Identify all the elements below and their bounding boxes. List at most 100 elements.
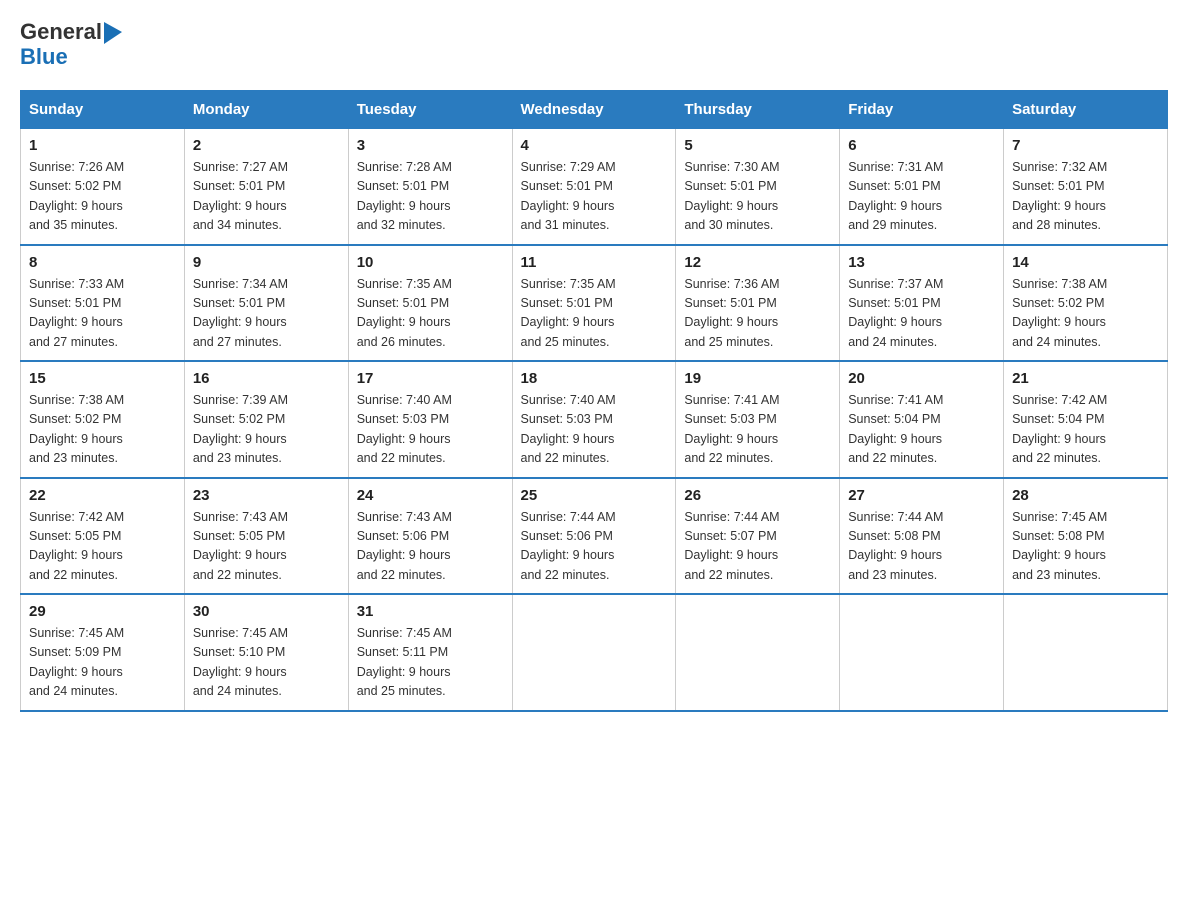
calendar-cell: 1 Sunrise: 7:26 AMSunset: 5:02 PMDayligh… <box>21 129 185 245</box>
day-number: 17 <box>357 370 504 387</box>
calendar-cell: 24 Sunrise: 7:43 AMSunset: 5:06 PMDaylig… <box>348 478 512 595</box>
day-info: Sunrise: 7:42 AMSunset: 5:05 PMDaylight:… <box>29 508 176 586</box>
logo-text-blue: Blue <box>20 44 68 70</box>
calendar-cell: 6 Sunrise: 7:31 AMSunset: 5:01 PMDayligh… <box>840 129 1004 245</box>
page-header: General Blue <box>20 20 1168 70</box>
day-info: Sunrise: 7:31 AMSunset: 5:01 PMDaylight:… <box>848 158 995 236</box>
calendar-cell: 26 Sunrise: 7:44 AMSunset: 5:07 PMDaylig… <box>676 478 840 595</box>
day-info: Sunrise: 7:40 AMSunset: 5:03 PMDaylight:… <box>357 391 504 469</box>
calendar-cell: 5 Sunrise: 7:30 AMSunset: 5:01 PMDayligh… <box>676 129 840 245</box>
day-info: Sunrise: 7:42 AMSunset: 5:04 PMDaylight:… <box>1012 391 1159 469</box>
day-number: 7 <box>1012 137 1159 154</box>
day-info: Sunrise: 7:45 AMSunset: 5:11 PMDaylight:… <box>357 624 504 702</box>
calendar-cell <box>676 594 840 711</box>
calendar-cell: 13 Sunrise: 7:37 AMSunset: 5:01 PMDaylig… <box>840 245 1004 362</box>
day-number: 8 <box>29 254 176 271</box>
weekday-header-sunday: Sunday <box>21 91 185 129</box>
day-info: Sunrise: 7:45 AMSunset: 5:10 PMDaylight:… <box>193 624 340 702</box>
day-info: Sunrise: 7:36 AMSunset: 5:01 PMDaylight:… <box>684 275 831 353</box>
day-number: 5 <box>684 137 831 154</box>
day-number: 14 <box>1012 254 1159 271</box>
day-number: 18 <box>521 370 668 387</box>
day-info: Sunrise: 7:44 AMSunset: 5:07 PMDaylight:… <box>684 508 831 586</box>
day-info: Sunrise: 7:43 AMSunset: 5:05 PMDaylight:… <box>193 508 340 586</box>
day-info: Sunrise: 7:27 AMSunset: 5:01 PMDaylight:… <box>193 158 340 236</box>
calendar-cell <box>840 594 1004 711</box>
day-info: Sunrise: 7:32 AMSunset: 5:01 PMDaylight:… <box>1012 158 1159 236</box>
calendar-cell: 31 Sunrise: 7:45 AMSunset: 5:11 PMDaylig… <box>348 594 512 711</box>
day-number: 25 <box>521 487 668 504</box>
calendar-cell: 15 Sunrise: 7:38 AMSunset: 5:02 PMDaylig… <box>21 361 185 478</box>
day-info: Sunrise: 7:35 AMSunset: 5:01 PMDaylight:… <box>357 275 504 353</box>
day-info: Sunrise: 7:41 AMSunset: 5:04 PMDaylight:… <box>848 391 995 469</box>
day-number: 3 <box>357 137 504 154</box>
calendar-week-1: 1 Sunrise: 7:26 AMSunset: 5:02 PMDayligh… <box>21 129 1168 245</box>
day-info: Sunrise: 7:29 AMSunset: 5:01 PMDaylight:… <box>521 158 668 236</box>
calendar-cell: 14 Sunrise: 7:38 AMSunset: 5:02 PMDaylig… <box>1004 245 1168 362</box>
day-info: Sunrise: 7:45 AMSunset: 5:09 PMDaylight:… <box>29 624 176 702</box>
logo: General Blue <box>20 20 122 70</box>
day-info: Sunrise: 7:30 AMSunset: 5:01 PMDaylight:… <box>684 158 831 236</box>
weekday-header-wednesday: Wednesday <box>512 91 676 129</box>
day-info: Sunrise: 7:44 AMSunset: 5:08 PMDaylight:… <box>848 508 995 586</box>
calendar-week-5: 29 Sunrise: 7:45 AMSunset: 5:09 PMDaylig… <box>21 594 1168 711</box>
day-number: 12 <box>684 254 831 271</box>
calendar-cell <box>512 594 676 711</box>
day-number: 19 <box>684 370 831 387</box>
calendar-cell: 12 Sunrise: 7:36 AMSunset: 5:01 PMDaylig… <box>676 245 840 362</box>
calendar-cell: 17 Sunrise: 7:40 AMSunset: 5:03 PMDaylig… <box>348 361 512 478</box>
calendar-cell: 22 Sunrise: 7:42 AMSunset: 5:05 PMDaylig… <box>21 478 185 595</box>
calendar-cell: 27 Sunrise: 7:44 AMSunset: 5:08 PMDaylig… <box>840 478 1004 595</box>
calendar-cell: 21 Sunrise: 7:42 AMSunset: 5:04 PMDaylig… <box>1004 361 1168 478</box>
calendar-table: SundayMondayTuesdayWednesdayThursdayFrid… <box>20 90 1168 712</box>
day-number: 23 <box>193 487 340 504</box>
day-info: Sunrise: 7:43 AMSunset: 5:06 PMDaylight:… <box>357 508 504 586</box>
calendar-cell: 9 Sunrise: 7:34 AMSunset: 5:01 PMDayligh… <box>184 245 348 362</box>
calendar-cell: 10 Sunrise: 7:35 AMSunset: 5:01 PMDaylig… <box>348 245 512 362</box>
calendar-cell: 30 Sunrise: 7:45 AMSunset: 5:10 PMDaylig… <box>184 594 348 711</box>
day-info: Sunrise: 7:37 AMSunset: 5:01 PMDaylight:… <box>848 275 995 353</box>
day-info: Sunrise: 7:39 AMSunset: 5:02 PMDaylight:… <box>193 391 340 469</box>
calendar-cell: 16 Sunrise: 7:39 AMSunset: 5:02 PMDaylig… <box>184 361 348 478</box>
day-info: Sunrise: 7:45 AMSunset: 5:08 PMDaylight:… <box>1012 508 1159 586</box>
day-number: 2 <box>193 137 340 154</box>
calendar-cell: 7 Sunrise: 7:32 AMSunset: 5:01 PMDayligh… <box>1004 129 1168 245</box>
day-number: 31 <box>357 603 504 620</box>
day-info: Sunrise: 7:26 AMSunset: 5:02 PMDaylight:… <box>29 158 176 236</box>
day-number: 26 <box>684 487 831 504</box>
day-number: 15 <box>29 370 176 387</box>
calendar-cell: 11 Sunrise: 7:35 AMSunset: 5:01 PMDaylig… <box>512 245 676 362</box>
calendar-cell: 20 Sunrise: 7:41 AMSunset: 5:04 PMDaylig… <box>840 361 1004 478</box>
calendar-week-2: 8 Sunrise: 7:33 AMSunset: 5:01 PMDayligh… <box>21 245 1168 362</box>
calendar-cell: 18 Sunrise: 7:40 AMSunset: 5:03 PMDaylig… <box>512 361 676 478</box>
day-number: 22 <box>29 487 176 504</box>
day-info: Sunrise: 7:44 AMSunset: 5:06 PMDaylight:… <box>521 508 668 586</box>
calendar-week-3: 15 Sunrise: 7:38 AMSunset: 5:02 PMDaylig… <box>21 361 1168 478</box>
day-number: 1 <box>29 137 176 154</box>
day-number: 10 <box>357 254 504 271</box>
calendar-cell: 4 Sunrise: 7:29 AMSunset: 5:01 PMDayligh… <box>512 129 676 245</box>
calendar-cell: 19 Sunrise: 7:41 AMSunset: 5:03 PMDaylig… <box>676 361 840 478</box>
day-number: 4 <box>521 137 668 154</box>
day-number: 20 <box>848 370 995 387</box>
calendar-body: 1 Sunrise: 7:26 AMSunset: 5:02 PMDayligh… <box>21 129 1168 711</box>
day-number: 30 <box>193 603 340 620</box>
day-info: Sunrise: 7:28 AMSunset: 5:01 PMDaylight:… <box>357 158 504 236</box>
weekday-header-monday: Monday <box>184 91 348 129</box>
day-info: Sunrise: 7:38 AMSunset: 5:02 PMDaylight:… <box>1012 275 1159 353</box>
day-number: 16 <box>193 370 340 387</box>
day-number: 21 <box>1012 370 1159 387</box>
calendar-cell: 25 Sunrise: 7:44 AMSunset: 5:06 PMDaylig… <box>512 478 676 595</box>
day-number: 11 <box>521 254 668 271</box>
calendar-week-4: 22 Sunrise: 7:42 AMSunset: 5:05 PMDaylig… <box>21 478 1168 595</box>
day-number: 29 <box>29 603 176 620</box>
day-number: 27 <box>848 487 995 504</box>
day-number: 28 <box>1012 487 1159 504</box>
weekday-header-thursday: Thursday <box>676 91 840 129</box>
calendar-cell: 8 Sunrise: 7:33 AMSunset: 5:01 PMDayligh… <box>21 245 185 362</box>
weekday-header-tuesday: Tuesday <box>348 91 512 129</box>
calendar-cell: 2 Sunrise: 7:27 AMSunset: 5:01 PMDayligh… <box>184 129 348 245</box>
weekday-header-saturday: Saturday <box>1004 91 1168 129</box>
day-info: Sunrise: 7:41 AMSunset: 5:03 PMDaylight:… <box>684 391 831 469</box>
calendar-cell: 3 Sunrise: 7:28 AMSunset: 5:01 PMDayligh… <box>348 129 512 245</box>
